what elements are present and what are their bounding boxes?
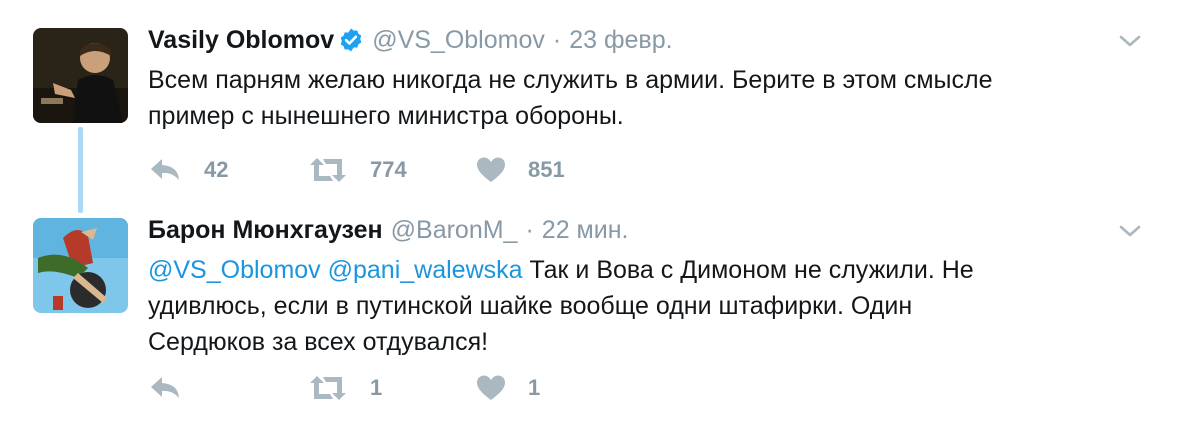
conversation-thread: Vasily Oblomov @VS_Oblomov · 23 февр. Вс… xyxy=(0,0,1184,434)
like-button[interactable]: 851 xyxy=(476,150,565,190)
author-handle[interactable]: @BaronM_ xyxy=(391,216,518,245)
like-button[interactable]: 1 xyxy=(476,368,540,408)
avatar[interactable] xyxy=(33,28,128,123)
retweet-icon xyxy=(308,156,348,184)
retweet-button[interactable]: 1 xyxy=(308,368,382,408)
retweet-button[interactable]: 774 xyxy=(308,150,407,190)
tweet-text-line: Всем парням желаю никогда не служить в а… xyxy=(148,66,993,94)
retweet-icon xyxy=(308,374,348,402)
separator-dot: · xyxy=(552,25,562,54)
reply-button[interactable] xyxy=(148,368,204,408)
verified-badge-icon xyxy=(338,27,364,53)
tweet-header: Барон Мюнхгаузен @BaronM_ · 22 мин. xyxy=(148,212,1160,248)
conversation-connector xyxy=(78,127,83,213)
author-handle[interactable]: @VS_Oblomov xyxy=(372,26,545,55)
tweet-text-line: пример с нынешнего министра обороны. xyxy=(148,102,624,130)
like-count: 1 xyxy=(528,375,541,400)
tweet-text-line: Сердюков за всех отдувался! xyxy=(148,328,489,356)
retweet-count: 1 xyxy=(370,375,383,400)
heart-icon xyxy=(476,156,506,184)
tweet[interactable]: Vasily Oblomov @VS_Oblomov · 23 февр. Вс… xyxy=(148,22,1160,182)
reply-button[interactable]: 42 xyxy=(148,150,228,190)
reply-icon xyxy=(148,374,182,402)
tweet[interactable]: Барон Мюнхгаузен @BaronM_ · 22 мин. @VS_… xyxy=(148,212,1160,400)
tweet-text: Всем парням желаю никогда не служить в а… xyxy=(148,62,1138,134)
tweet-timestamp[interactable]: 22 мин. xyxy=(542,216,629,245)
retweet-count: 774 xyxy=(370,157,407,182)
tweet-text-segment: Так и Вова с Димоном не служили. Не xyxy=(529,256,974,284)
heart-icon xyxy=(476,374,506,402)
author-name[interactable]: Vasily Oblomov xyxy=(148,26,334,55)
reply-icon xyxy=(148,156,182,184)
tweet-timestamp[interactable]: 23 февр. xyxy=(569,26,672,55)
separator-dot: · xyxy=(525,215,534,244)
reply-count: 42 xyxy=(204,157,229,182)
tweet-text: @VS_Oblomov @pani_walewska Так и Вова с … xyxy=(148,252,1138,360)
avatar[interactable] xyxy=(33,218,128,313)
tweet-header: Vasily Oblomov @VS_Oblomov · 23 февр. xyxy=(148,22,1160,58)
avatar-photo xyxy=(33,218,128,313)
avatar-photo xyxy=(33,28,128,123)
tweet-text-line: удивлюсь, если в путинской шайке вообще … xyxy=(148,292,913,320)
mention-link[interactable]: @VS_Oblomov xyxy=(148,256,321,284)
chevron-down-icon[interactable] xyxy=(1118,30,1142,52)
like-count: 851 xyxy=(528,157,565,182)
mention-link[interactable]: @pani_walewska xyxy=(328,256,523,284)
tweet-text-line: @VS_Oblomov @pani_walewska Так и Вова с … xyxy=(148,252,1138,288)
chevron-down-icon[interactable] xyxy=(1118,220,1142,242)
author-name[interactable]: Барон Мюнхгаузен xyxy=(148,216,383,245)
